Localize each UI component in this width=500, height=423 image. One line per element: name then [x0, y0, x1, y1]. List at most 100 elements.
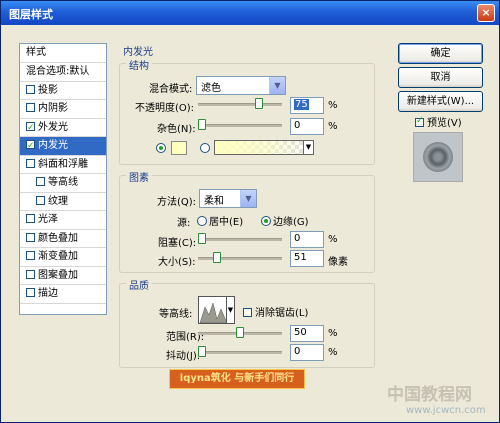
preview-checkbox[interactable]	[415, 116, 424, 127]
jitter-input[interactable]: 0	[290, 344, 324, 361]
range-input[interactable]: 50	[290, 325, 324, 342]
style-checkbox[interactable]	[26, 84, 35, 94]
styles-header[interactable]: 样式	[20, 44, 106, 63]
choke-label: 阻塞(C):	[158, 238, 197, 249]
choke-slider[interactable]	[198, 233, 282, 245]
contour-picker[interactable]	[198, 296, 228, 324]
noise-slider-track	[198, 124, 282, 127]
style-item-label: 颜色叠加	[38, 232, 78, 244]
contour-dropdown[interactable]: ▼	[226, 296, 235, 324]
opacity-input[interactable]: 75	[290, 97, 324, 114]
style-checkbox[interactable]	[26, 120, 35, 137]
style-item-label: 描边	[38, 288, 58, 299]
style-checkbox[interactable]	[26, 138, 35, 155]
style-list-item[interactable]: 内发光	[20, 137, 106, 156]
style-checkbox[interactable]	[36, 195, 45, 205]
style-checkbox[interactable]	[26, 288, 35, 297]
style-item-label: 图案叠加	[38, 269, 78, 281]
style-item-label: 混合选项:默认	[26, 66, 90, 77]
opacity-slider[interactable]	[198, 98, 282, 110]
method-select[interactable]: 柔和 ▼	[199, 189, 257, 208]
close-button[interactable]: ×	[477, 4, 495, 22]
blend-mode-value: 滤色	[201, 83, 221, 94]
style-list-item[interactable]: 混合选项:默认	[20, 63, 106, 82]
glow-gradient-picker[interactable]: ▼	[214, 140, 314, 155]
chevron-down-icon: ▼	[303, 141, 313, 154]
style-list-item[interactable]: 光泽	[20, 211, 106, 230]
source-center-radio[interactable]	[197, 216, 207, 226]
size-input[interactable]: 51	[290, 250, 324, 267]
style-list-item[interactable]: 内阴影	[20, 100, 106, 119]
title-bar[interactable]: 图层样式 ×	[1, 1, 499, 25]
style-item-label: 斜面和浮雕	[38, 158, 88, 170]
author-watermark: lqyna筑化 与新手们同行	[169, 369, 305, 389]
jitter-slider-thumb[interactable]	[198, 346, 206, 357]
layer-style-dialog: 图层样式 × 样式 混合选项:默认投影内阴影外发光内发光斜面和浮雕等高线纹理光泽…	[0, 0, 500, 423]
style-checkbox[interactable]	[26, 158, 35, 168]
gradient-radio[interactable]	[200, 143, 210, 153]
site-watermark: 中国教程网	[387, 385, 472, 405]
style-item-label: 内阴影	[38, 103, 68, 114]
size-slider[interactable]	[198, 252, 282, 264]
style-list-item[interactable]: 投影	[20, 82, 106, 100]
section-title: 内发光	[123, 47, 153, 58]
cancel-button[interactable]: 取消	[398, 67, 483, 88]
size-label: 大小(S):	[158, 257, 196, 268]
style-item-label: 投影	[38, 84, 58, 96]
opacity-unit: %	[328, 100, 338, 111]
style-item-label: 纹理	[48, 195, 68, 207]
style-checkbox[interactable]	[26, 103, 35, 112]
new-style-button[interactable]: 新建样式(W)...	[398, 91, 483, 112]
style-list-item[interactable]: 外发光	[20, 119, 106, 137]
source-edge-option[interactable]: 边缘(G)	[261, 213, 309, 228]
jitter-label: 抖动(J):	[166, 351, 201, 362]
style-checkbox[interactable]	[26, 232, 35, 242]
noise-input[interactable]: 0	[290, 118, 324, 135]
chevron-down-icon: ▼	[227, 306, 234, 314]
style-list-item[interactable]: 斜面和浮雕	[20, 156, 106, 174]
choke-input[interactable]: 0	[290, 231, 324, 248]
style-checkbox[interactable]	[26, 269, 35, 279]
contour-curve-icon	[199, 302, 227, 323]
antialias-checkbox[interactable]	[243, 308, 252, 317]
opacity-label: 不透明度(O):	[135, 103, 195, 114]
solid-color-radio[interactable]	[156, 143, 166, 153]
range-slider[interactable]	[198, 327, 282, 339]
style-item-label: 内发光	[38, 140, 68, 151]
range-slider-thumb[interactable]	[236, 327, 244, 338]
preview-option[interactable]: 预览(V)	[415, 114, 462, 129]
style-checkbox[interactable]	[36, 177, 45, 186]
source-center-option[interactable]: 居中(E)	[197, 213, 243, 228]
antialias-label: 消除锯齿(L)	[255, 308, 309, 319]
style-list-item[interactable]: 描边	[20, 285, 106, 304]
style-list-item[interactable]: 图案叠加	[20, 267, 106, 285]
source-edge-radio[interactable]	[261, 216, 271, 226]
jitter-slider[interactable]	[198, 346, 282, 358]
blend-mode-select[interactable]: 滤色 ▼	[196, 76, 286, 95]
style-item-label: 渐变叠加	[38, 251, 78, 262]
style-item-label: 光泽	[38, 214, 58, 225]
noise-slider[interactable]	[198, 119, 282, 131]
style-checkbox[interactable]	[26, 214, 35, 223]
choke-slider-thumb[interactable]	[198, 233, 206, 244]
style-list-item[interactable]: 等高线	[20, 174, 106, 193]
contour-label: 等高线:	[159, 309, 193, 320]
glow-color-swatch[interactable]	[171, 141, 187, 155]
style-list-item[interactable]: 颜色叠加	[20, 230, 106, 248]
style-list-item[interactable]: 渐变叠加	[20, 248, 106, 267]
opacity-value: 75	[294, 99, 309, 110]
noise-slider-thumb[interactable]	[198, 119, 206, 130]
style-checkbox[interactable]	[26, 251, 35, 260]
elements-legend: 图素	[126, 169, 152, 184]
opacity-slider-thumb[interactable]	[255, 98, 263, 109]
noise-unit: %	[328, 121, 338, 132]
style-list-item[interactable]: 纹理	[20, 193, 106, 211]
chevron-down-icon: ▼	[269, 77, 285, 94]
jitter-slider-track	[198, 351, 282, 354]
antialias-option[interactable]: 消除锯齿(L)	[243, 304, 308, 319]
ok-button[interactable]: 确定	[398, 43, 483, 64]
size-slider-thumb[interactable]	[213, 252, 221, 263]
jitter-unit: %	[328, 347, 338, 358]
choke-slider-track	[198, 238, 282, 241]
size-unit: 像素	[328, 257, 348, 268]
